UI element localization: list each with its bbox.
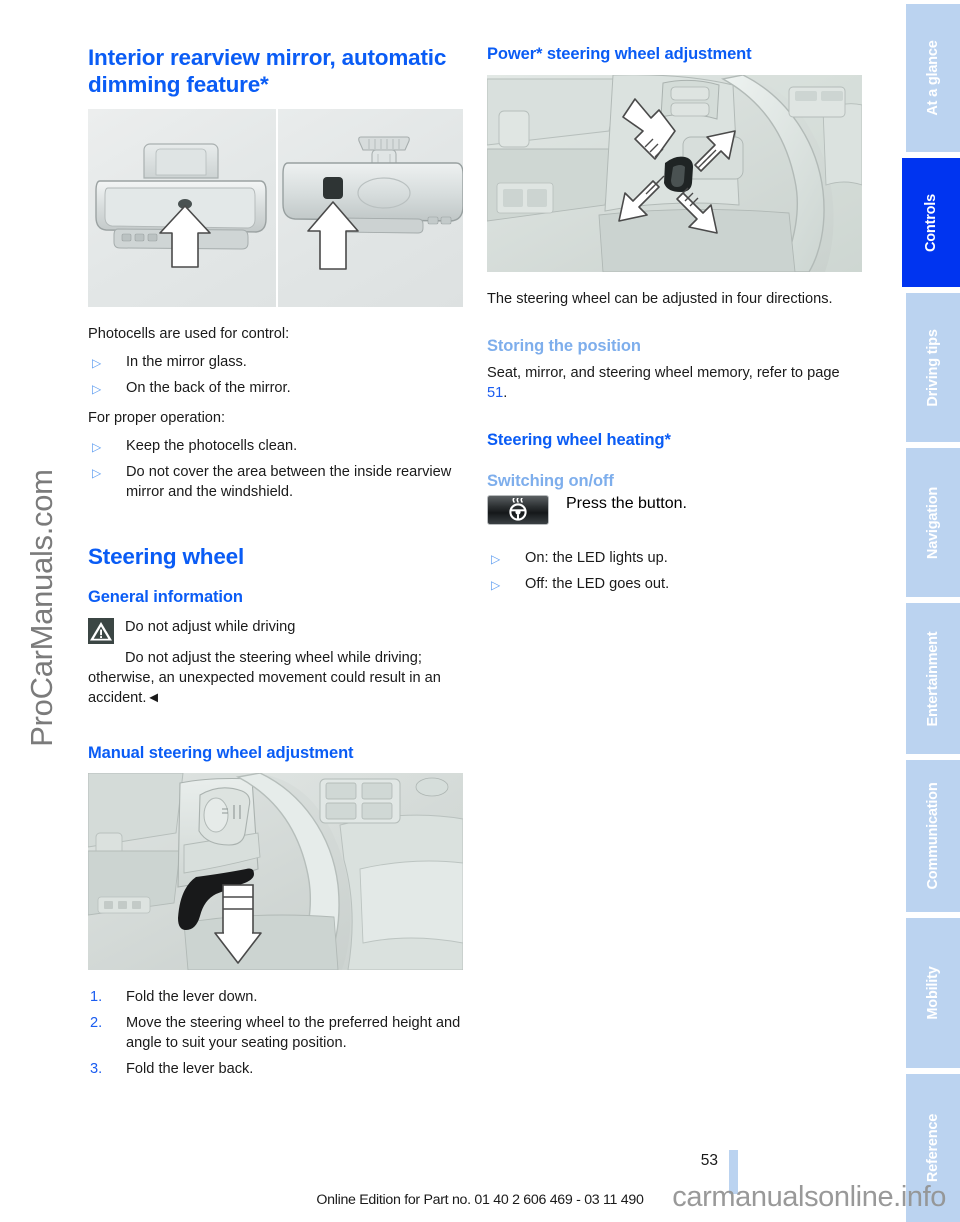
- heading-storing-the-position: Storing the position: [487, 336, 641, 355]
- list-item-label: Off: the LED goes out.: [525, 576, 670, 593]
- storing-description: Seat, mirror, and steering wheel memory,…: [487, 364, 862, 404]
- figure-mirror-back: [275, 108, 463, 307]
- step-text: Move the steering wheel to the preferred…: [126, 1015, 461, 1052]
- list-item-label: Keep the photocells clean.: [126, 437, 298, 454]
- tab-label: Navigation: [925, 486, 941, 559]
- list-item: ▷ On the back of the mirror.: [88, 379, 463, 399]
- list-item: ▷ Keep the photocells clean.: [88, 437, 463, 457]
- tab-navigation[interactable]: Navigation: [906, 448, 960, 597]
- page-reference-link[interactable]: 51: [487, 385, 503, 401]
- steering-column-illustration: [88, 773, 463, 971]
- led-status-bullet-list: ▷ On: the LED lights up. ▷ Off: the LED …: [487, 549, 862, 595]
- press-button-row: Press the button.: [487, 495, 862, 526]
- storing-text-post: .: [503, 385, 508, 402]
- list-item: ▷ In the mirror glass.: [88, 353, 463, 373]
- right-column: Power* steering wheel adjustment The ste…: [487, 44, 862, 601]
- warning-block: Do not adjust while driving: [88, 617, 463, 644]
- manual-page: ProCarManuals.com Interior rearview mirr…: [0, 0, 960, 1222]
- tab-entertainment[interactable]: Entertainment: [906, 603, 960, 754]
- tab-label: Entertainment: [925, 631, 941, 726]
- power-adjust-description: The steering wheel can be adjusted in fo…: [487, 290, 833, 307]
- list-item-label: Do not cover the area between the inside…: [126, 463, 452, 500]
- tab-at-a-glance[interactable]: At a glance: [906, 4, 960, 152]
- list-item: 1. Fold the lever down.: [88, 988, 463, 1008]
- watermark-left: ProCarManuals.com: [24, 469, 59, 747]
- heading-manual-steering-adjustment: Manual steering wheel adjustment: [88, 743, 354, 762]
- steering-wheel-heating-button-icon: [487, 495, 549, 526]
- proper-operation-bullet-list: ▷ Keep the photocells clean. ▷ Do not co…: [88, 437, 463, 503]
- list-item-label: In the mirror glass.: [126, 353, 247, 370]
- figure-mirror-front: [88, 108, 276, 307]
- tab-label: At a glance: [925, 40, 941, 116]
- triangle-bullet-icon: ▷: [92, 381, 102, 396]
- warning-title: Do not adjust while driving: [125, 618, 296, 635]
- heading-steering-wheel-heating: Steering wheel heating*: [487, 431, 671, 450]
- step-text: Fold the lever down.: [126, 989, 258, 1006]
- photocells-intro: Photocells are used for control:: [88, 325, 290, 342]
- heading-switching-on-off: Switching on/off: [487, 471, 614, 490]
- list-item: ▷ Off: the LED goes out.: [487, 575, 862, 595]
- section-tab-strip: At a glance Controls Driving tips Naviga…: [898, 0, 960, 1222]
- figure-steering-column: [88, 773, 463, 971]
- tab-label: Reference: [925, 1113, 941, 1183]
- list-item-label: On the back of the mirror.: [126, 379, 291, 396]
- warning-triangle-icon: [88, 617, 114, 644]
- step-number: 1.: [90, 989, 103, 1006]
- press-button-label: Press the button.: [566, 495, 687, 513]
- heading-general-information: General information: [88, 588, 243, 607]
- tab-communication[interactable]: Communication: [906, 760, 960, 912]
- page-number: 53: [700, 1152, 718, 1169]
- tab-controls[interactable]: Controls: [902, 158, 960, 287]
- heading-power-steering-adjustment: Power* steering wheel adjustment: [487, 45, 752, 63]
- watermark-bottom: carmanualsonline.info: [672, 1181, 946, 1213]
- tab-label: Mobility: [925, 966, 941, 1020]
- page-title-mirror: Interior rearview mirror, automatic dimm…: [88, 45, 447, 98]
- figure-power-adjust-switch: [487, 74, 862, 272]
- list-item: ▷ Do not cover the area between the insi…: [88, 463, 463, 503]
- list-item: 2. Move the steering wheel to the prefer…: [88, 1014, 463, 1054]
- mirror-back-illustration: [281, 136, 463, 270]
- triangle-bullet-icon: ▷: [491, 552, 501, 567]
- figure-rearview-mirrors: [88, 108, 463, 307]
- triangle-bullet-icon: ▷: [491, 578, 501, 593]
- step-number: 2.: [90, 1015, 103, 1032]
- left-column: Interior rearview mirror, automatic dimm…: [88, 44, 463, 1086]
- tab-mobility[interactable]: Mobility: [906, 918, 960, 1068]
- tab-label: Driving tips: [925, 328, 941, 407]
- photocells-bullet-list: ▷ In the mirror glass. ▷ On the back of …: [88, 353, 463, 399]
- tab-driving-tips[interactable]: Driving tips: [906, 293, 960, 442]
- list-item: ▷ On: the LED lights up.: [487, 549, 862, 569]
- list-item-label: On: the LED lights up.: [525, 550, 668, 567]
- step-number: 3.: [90, 1061, 103, 1078]
- section-title-steering-wheel: Steering wheel: [88, 543, 244, 569]
- proper-operation-intro: For proper operation:: [88, 409, 226, 426]
- storing-text-pre: Seat, mirror, and steering wheel memory,…: [487, 365, 840, 382]
- triangle-bullet-icon: ▷: [92, 355, 102, 370]
- power-adjust-illustration: [487, 74, 862, 272]
- list-item: 3. Fold the lever back.: [88, 1060, 463, 1080]
- triangle-bullet-icon: ▷: [92, 465, 102, 480]
- warning-body: Do not adjust the steering wheel while d…: [88, 649, 441, 706]
- tab-label: Communication: [925, 782, 941, 890]
- step-text: Fold the lever back.: [126, 1061, 254, 1078]
- manual-adjust-steps: 1. Fold the lever down. 2. Move the stee…: [88, 988, 463, 1080]
- mirror-front-illustration: [95, 143, 267, 268]
- triangle-bullet-icon: ▷: [92, 439, 102, 454]
- tab-label: Controls: [923, 193, 939, 252]
